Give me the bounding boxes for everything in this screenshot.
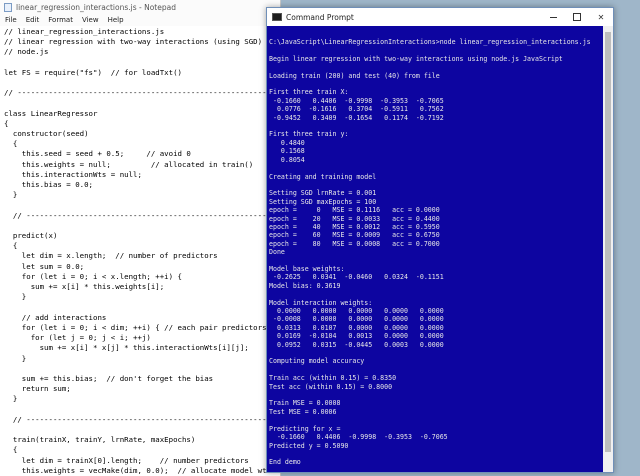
notepad-editor[interactable]: // linear_regression_interactions.js // … [4,27,276,476]
notepad-titlebar[interactable]: linear_regression_interactions.js - Note… [0,0,280,14]
minimize-button[interactable] [541,8,565,26]
command-prompt-window: Command Prompt ✕ C:\JavaScript\LinearReg… [266,7,614,473]
cmd-title: Command Prompt [286,12,354,22]
terminal-icon [272,13,282,21]
notepad-title: linear_regression_interactions.js - Note… [16,2,176,12]
cmd-output: C:\JavaScript\LinearRegressionInteractio… [269,38,591,467]
menu-format[interactable]: Format [48,16,73,24]
menu-view[interactable]: View [82,16,99,24]
cmd-console[interactable]: C:\JavaScript\LinearRegressionInteractio… [267,26,613,472]
cmd-scroll-thumb[interactable] [605,32,611,452]
maximize-button[interactable] [565,8,589,26]
cmd-titlebar[interactable]: Command Prompt ✕ [267,8,613,26]
cmd-scrollbar[interactable] [603,26,613,472]
menu-file[interactable]: File [5,16,17,24]
menu-edit[interactable]: Edit [26,16,40,24]
notepad-window: linear_regression_interactions.js - Note… [0,0,281,476]
close-button[interactable]: ✕ [589,8,613,26]
menu-help[interactable]: Help [108,16,124,24]
notepad-menubar: File Edit Format View Help [0,14,280,26]
notepad-icon [4,2,12,12]
